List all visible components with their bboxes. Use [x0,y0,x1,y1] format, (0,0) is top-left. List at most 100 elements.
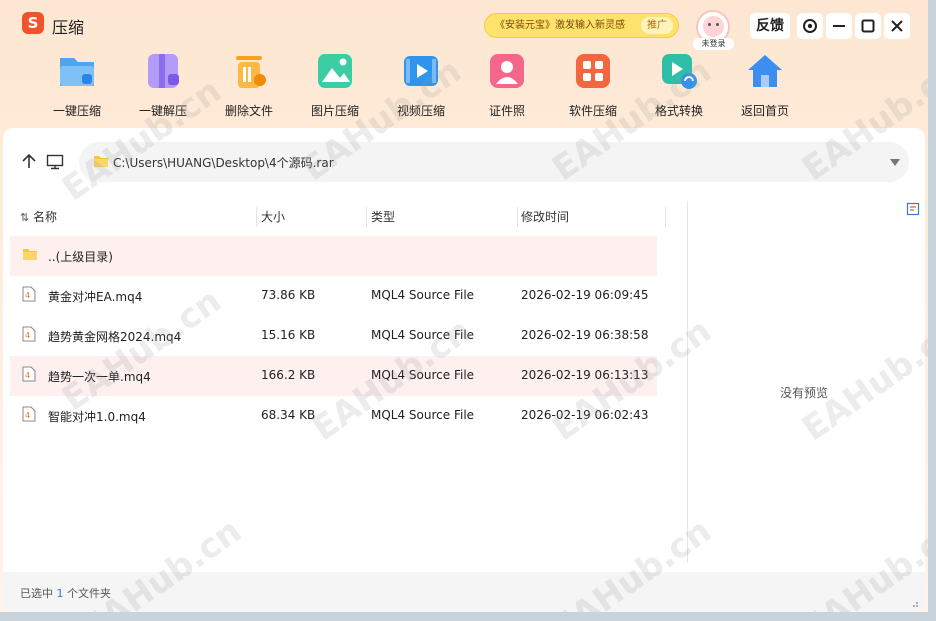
folder-icon [23,249,37,260]
id-photo-icon [490,54,524,88]
column-divider[interactable] [665,207,666,227]
table-row[interactable]: 4 趋势一次一单.mq4 166.2 KB MQL4 Source File 2… [10,356,657,396]
status-bar: 已选中 1 个文件夹 [3,572,925,612]
software-compress-icon [576,54,610,88]
promo-text: 《安装元宝》激发输入新灵感 [495,20,625,31]
row-name: 黄金对冲EA.mq4 [48,290,143,304]
zip-compress-icon [60,58,94,86]
row-modified: 2026-02-19 06:02:43 [521,408,649,422]
promo-banner[interactable]: 《安装元宝》激发输入新灵感 推广 [484,13,679,38]
report-icon[interactable] [906,202,920,216]
table-row[interactable]: ..(上级目录) [10,236,657,276]
row-modified: 2026-02-19 06:38:58 [521,328,649,342]
resize-grip-icon[interactable] [909,598,919,608]
tool-home[interactable]: 返回首页 [728,50,800,120]
preview-divider [687,201,688,563]
row-type: MQL4 Source File [371,288,475,302]
column-divider[interactable] [517,207,518,227]
tool-delete-file[interactable]: 删除文件 [212,50,284,120]
row-modified: 2026-02-19 06:09:45 [521,288,649,302]
column-header-type[interactable]: 类型 [371,201,395,235]
file-list: ⇅ 名称 大小 类型 修改时间 ..(上级目录) 4 黄金对冲EA.mq4 73… [10,201,687,563]
svg-text:4: 4 [25,331,30,340]
back-up-arrow-icon[interactable] [21,153,37,169]
app-logo-icon: S [22,12,44,34]
column-header-modified[interactable]: 修改时间 [521,201,569,235]
row-name: ..(上级目录) [48,250,113,264]
login-status-badge[interactable]: 未登录 [693,38,734,50]
row-size: 15.16 KB [261,328,316,342]
row-size: 166.2 KB [261,368,316,382]
mq4-file-icon: 4 [22,326,36,342]
feedback-button[interactable]: 反馈 [750,13,790,39]
tool-video-compress[interactable]: 视频压缩 [384,50,456,120]
sort-icon[interactable]: ⇅ [20,211,29,224]
avatar-face-icon [703,16,724,37]
row-name: 趋势黄金网格2024.mq4 [48,330,182,344]
row-type: MQL4 Source File [371,368,475,382]
mq4-file-icon: 4 [22,286,36,302]
unzip-icon [148,54,179,88]
row-type: MQL4 Source File [371,408,475,422]
table-row[interactable]: 4 智能对冲1.0.mq4 68.34 KB MQL4 Source File … [10,396,657,436]
app-title: 压缩 [52,18,85,37]
tool-image-compress[interactable]: 图片压缩 [298,50,370,120]
tool-software-compress[interactable]: 软件压缩 [556,50,628,120]
svg-text:4: 4 [25,291,30,300]
row-type: MQL4 Source File [371,328,475,342]
tool-label: 图片压缩 [310,104,359,118]
tool-label: 返回首页 [740,104,789,118]
video-compress-icon [404,56,438,86]
main-panel: C:\Users\HUANG\Desktop\4个源码.rar ⇅ 名称 大小 … [3,128,925,612]
minimize-icon [833,25,845,27]
maximize-icon [861,19,875,33]
tool-zip-compress[interactable]: 一键压缩 [40,50,112,120]
settings-button[interactable] [797,13,823,39]
row-size: 73.86 KB [261,288,316,302]
tool-label: 格式转换 [654,104,703,118]
column-header-size[interactable]: 大小 [261,201,285,235]
selection-status: 已选中 1 个文件夹 [20,587,111,600]
chevron-down-icon[interactable] [889,157,901,167]
mq4-file-icon: 4 [22,406,36,422]
path-bar[interactable]: C:\Users\HUANG\Desktop\4个源码.rar [79,142,909,182]
computer-icon[interactable] [46,154,64,170]
delete-file-icon [236,56,266,88]
tool-format-convert[interactable]: 格式转换 [642,50,714,120]
maximize-button[interactable] [855,13,881,39]
close-button[interactable] [884,13,910,39]
column-divider[interactable] [366,207,367,227]
folder-icon [94,156,108,167]
svg-text:4: 4 [25,411,30,420]
mq4-file-icon: 4 [22,366,36,382]
selection-count: 1 [56,587,64,600]
table-row[interactable]: 4 趋势黄金网格2024.mq4 15.16 KB MQL4 Source Fi… [10,316,657,356]
tool-label: 软件压缩 [568,104,617,118]
column-divider[interactable] [256,207,257,227]
app-window: S 压缩 《安装元宝》激发输入新灵感 推广 未登录 反馈 一键压缩 一键解压 删… [0,0,928,612]
row-modified: 2026-02-19 06:13:13 [521,368,649,382]
close-icon [891,20,903,32]
promo-tag: 推广 [641,17,673,34]
column-header-name[interactable]: ⇅ 名称 [20,201,57,235]
tool-label: 一键解压 [138,104,187,118]
tool-label: 视频压缩 [396,104,445,118]
format-convert-icon [662,54,697,89]
table-row[interactable]: 4 黄金对冲EA.mq4 73.86 KB MQL4 Source File 2… [10,276,657,316]
tool-unzip[interactable]: 一键解压 [126,50,198,120]
tool-label: 删除文件 [224,104,273,118]
minimize-button[interactable] [826,13,852,39]
preview-empty-text: 没有预览 [780,386,829,400]
gear-icon [803,19,817,33]
image-compress-icon [318,54,352,88]
row-size: 68.34 KB [261,408,316,422]
row-name: 趋势一次一单.mq4 [48,370,151,384]
svg-text:4: 4 [25,371,30,380]
tool-id-photo[interactable]: 证件照 [470,50,542,120]
tool-label: 证件照 [488,104,525,118]
tool-label: 一键压缩 [52,104,101,118]
home-icon [748,55,782,87]
path-text: C:\Users\HUANG\Desktop\4个源码.rar [113,156,334,170]
title-bar: S 压缩 《安装元宝》激发输入新灵感 推广 未登录 反馈 [0,0,928,50]
row-name: 智能对冲1.0.mq4 [48,410,146,424]
